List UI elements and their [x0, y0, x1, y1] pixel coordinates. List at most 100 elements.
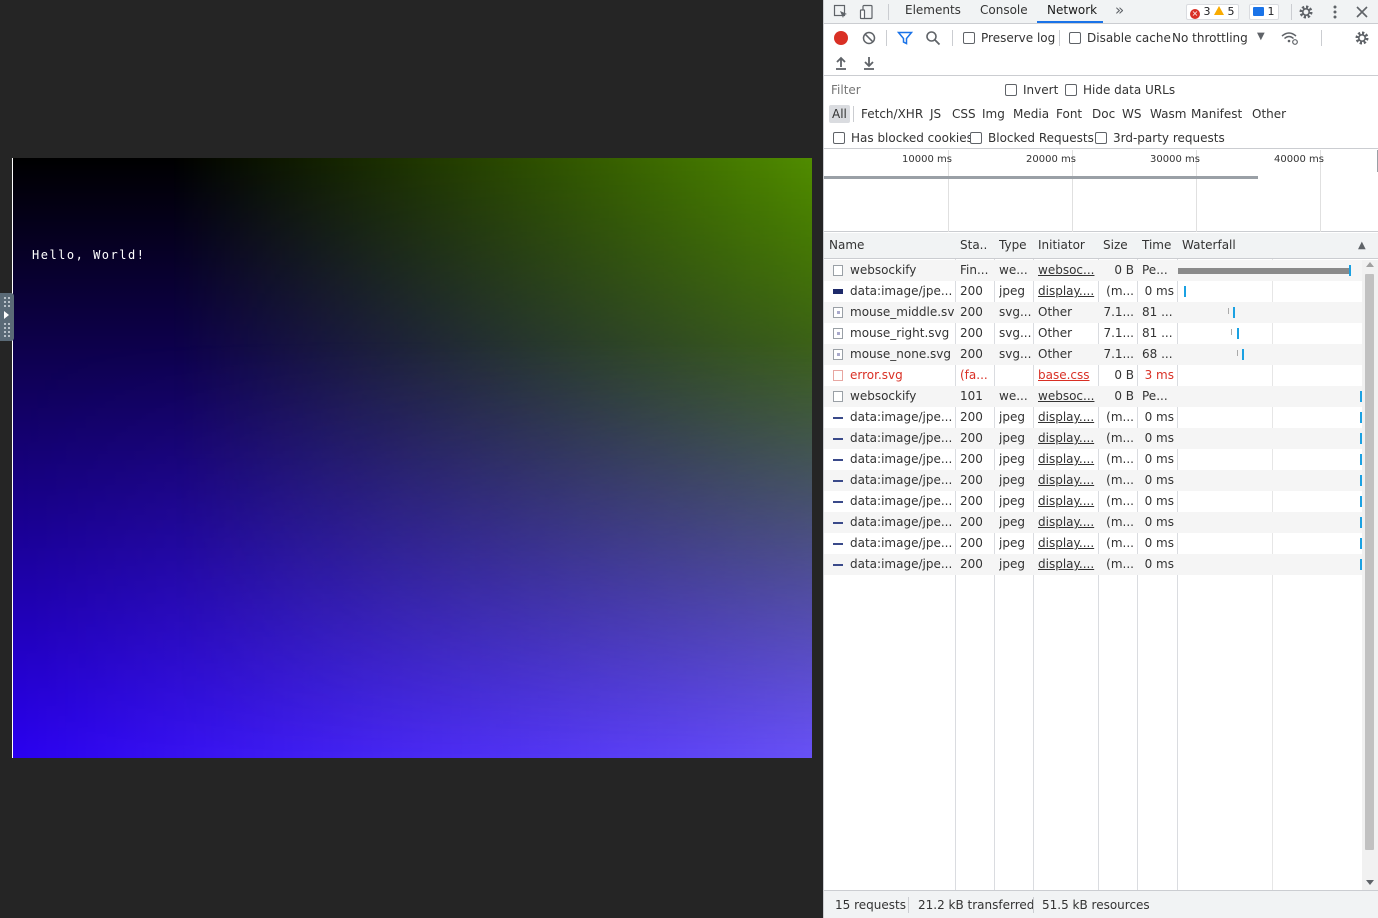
cell-type: jpeg	[999, 557, 1025, 571]
sort-ascending-icon[interactable]: ▲	[1358, 238, 1366, 254]
network-settings-icon[interactable]	[1354, 30, 1370, 50]
device-toolbar-icon[interactable]	[859, 4, 875, 24]
tab-console[interactable]: Console	[980, 3, 1028, 17]
cell-status: 200	[960, 473, 983, 487]
more-options-icon[interactable]	[1327, 4, 1343, 24]
table-row[interactable]: data:image/jpe... 200 jpeg display.... (m...…	[824, 512, 1363, 533]
cell-initiator[interactable]: display....	[1038, 407, 1096, 428]
blocked-requests-checkbox[interactable]	[970, 132, 982, 144]
scroll-down-icon[interactable]	[1366, 880, 1374, 885]
grip-dots-icon	[4, 297, 10, 307]
search-icon[interactable]	[925, 30, 941, 50]
issues-badge[interactable]: × 3 5	[1186, 4, 1239, 20]
table-row[interactable]: mouse_right.svg 200 svg... Other 7.1... 81 ..…	[824, 323, 1362, 344]
control-bar-handle[interactable]	[0, 293, 14, 341]
preserve-log-label: Preserve log	[981, 31, 1056, 45]
inspect-element-icon[interactable]	[833, 4, 849, 24]
table-row[interactable]: data:image/jpe... 200 jpeg display.... (m...…	[824, 470, 1363, 491]
has-blocked-cookies-label: Has blocked cookies	[851, 131, 973, 145]
filter-funnel-icon[interactable]	[896, 30, 914, 50]
table-row[interactable]: data:image/jpe... 200 jpeg display.... (m...…	[824, 554, 1363, 575]
hide-data-urls-checkbox[interactable]	[1065, 84, 1077, 96]
network-conditions-icon[interactable]	[1281, 30, 1299, 50]
type-filter-other[interactable]: Other	[1249, 105, 1289, 123]
warning-icon	[1214, 6, 1224, 15]
type-filter-doc[interactable]: Doc	[1089, 105, 1118, 123]
cell-initiator[interactable]: display....	[1038, 449, 1096, 470]
column-header-time[interactable]: Time	[1142, 238, 1171, 252]
type-filter-all[interactable]: All	[829, 105, 850, 123]
table-row[interactable]: error.svg (fa... base.css 0 B 3 ms	[824, 365, 1362, 386]
has-blocked-cookies-checkbox[interactable]	[833, 132, 845, 144]
settings-gear-icon[interactable]	[1298, 4, 1314, 24]
invert-checkbox[interactable]	[1005, 84, 1017, 96]
type-filter-fetch-xhr[interactable]: Fetch/XHR	[858, 105, 926, 123]
type-filter-img[interactable]: Img	[979, 105, 1008, 123]
table-row[interactable]: data:image/jpe... 200 jpeg display.... (m...…	[824, 491, 1363, 512]
cell-initiator[interactable]: display....	[1038, 491, 1096, 512]
cell-initiator[interactable]: display....	[1038, 470, 1096, 491]
failed-request-icon	[833, 370, 843, 381]
type-filter-wasm[interactable]: Wasm	[1147, 105, 1189, 123]
messages-badge[interactable]: 1	[1249, 4, 1279, 20]
table-row[interactable]: data:image/jpe... 200 jpeg display.... (m...…	[824, 428, 1363, 449]
table-row[interactable]: mouse_none.svg 200 svg... Other 7.1... 68 ...	[824, 344, 1362, 365]
table-row[interactable]: data:image/jpe... 200 jpeg display.... (m...…	[824, 449, 1363, 470]
table-row[interactable]: websockify 101 we... websoc... 0 B Pe...	[824, 386, 1363, 407]
third-party-requests-checkbox[interactable]	[1095, 132, 1107, 144]
type-filter-manifest[interactable]: Manifest	[1188, 105, 1245, 123]
cell-initiator[interactable]: websoc...	[1038, 386, 1096, 407]
cell-initiator[interactable]: display....	[1038, 428, 1096, 449]
scroll-thumb[interactable]	[1365, 274, 1374, 850]
separator	[886, 30, 887, 46]
filter-input[interactable]	[827, 80, 991, 100]
cell-initiator[interactable]: base.css	[1038, 365, 1096, 386]
cell-initiator[interactable]: display....	[1038, 512, 1096, 533]
cell-initiator[interactable]: display....	[1038, 281, 1096, 302]
table-scrollbar[interactable]	[1362, 260, 1378, 890]
cell-name: mouse_right.svg	[850, 326, 950, 340]
type-filter-css[interactable]: CSS	[949, 105, 979, 123]
table-row[interactable]: data:image/jpe... 200 jpeg display.... (m...…	[824, 407, 1363, 428]
close-devtools-icon[interactable]	[1354, 4, 1370, 24]
column-header-status[interactable]: Sta..	[960, 238, 987, 252]
cell-status: 200	[960, 515, 983, 529]
tab-elements[interactable]: Elements	[905, 3, 961, 17]
cell-initiator: Other	[1038, 305, 1073, 319]
disable-cache-checkbox[interactable]	[1069, 32, 1081, 44]
preserve-log-checkbox[interactable]	[963, 32, 975, 44]
type-filter-media[interactable]: Media	[1010, 105, 1052, 123]
table-row[interactable]: websockify Fin... we... websoc... 0 B Pe...	[824, 260, 1362, 281]
vnc-canvas[interactable]: Hello, World!	[12, 158, 812, 758]
column-header-type[interactable]: Type	[999, 238, 1027, 252]
table-row[interactable]: data:image/jpe... 200 jpeg display.... (m...…	[824, 533, 1363, 554]
cell-type: svg...	[999, 305, 1032, 319]
throttling-select[interactable]: No throttling	[1172, 31, 1248, 45]
cell-initiator[interactable]: websoc...	[1038, 260, 1096, 281]
cell-initiator[interactable]: display....	[1038, 533, 1096, 554]
column-header-waterfall[interactable]: Waterfall	[1182, 238, 1236, 252]
table-row[interactable]: data:image/jpe... 200 jpeg display.... (m...…	[824, 281, 1362, 302]
overview-timeline[interactable]: 10000 ms 20000 ms 30000 ms 40000 ms	[824, 150, 1378, 232]
column-header-name[interactable]: Name	[829, 238, 864, 252]
waterfall-queue-mark	[1231, 329, 1233, 335]
clear-icon[interactable]	[861, 30, 877, 50]
more-tabs-icon[interactable]: »	[1115, 1, 1124, 19]
tab-network[interactable]: Network	[1047, 3, 1097, 17]
waterfall-tick	[1233, 307, 1236, 318]
export-har-icon[interactable]	[862, 55, 876, 75]
cell-initiator[interactable]: display....	[1038, 554, 1096, 575]
table-row[interactable]: mouse_middle.svg 200 svg... Other 7.1... 81 .…	[824, 302, 1362, 323]
record-button[interactable]	[834, 31, 848, 45]
column-header-initiator[interactable]: Initiator	[1038, 238, 1085, 252]
scroll-up-icon[interactable]	[1366, 262, 1374, 267]
column-header-size[interactable]: Size	[1103, 238, 1128, 252]
chevron-down-icon[interactable]: ▼	[1257, 29, 1265, 45]
cell-time: 0 ms	[1144, 452, 1174, 466]
cell-type: svg...	[999, 347, 1032, 361]
type-filter-js[interactable]: JS	[927, 105, 944, 123]
type-filter-ws[interactable]: WS	[1119, 105, 1144, 123]
type-filter-font[interactable]: Font	[1053, 105, 1085, 123]
cell-size: 7.1...	[1103, 305, 1134, 319]
import-har-icon[interactable]	[834, 55, 848, 75]
